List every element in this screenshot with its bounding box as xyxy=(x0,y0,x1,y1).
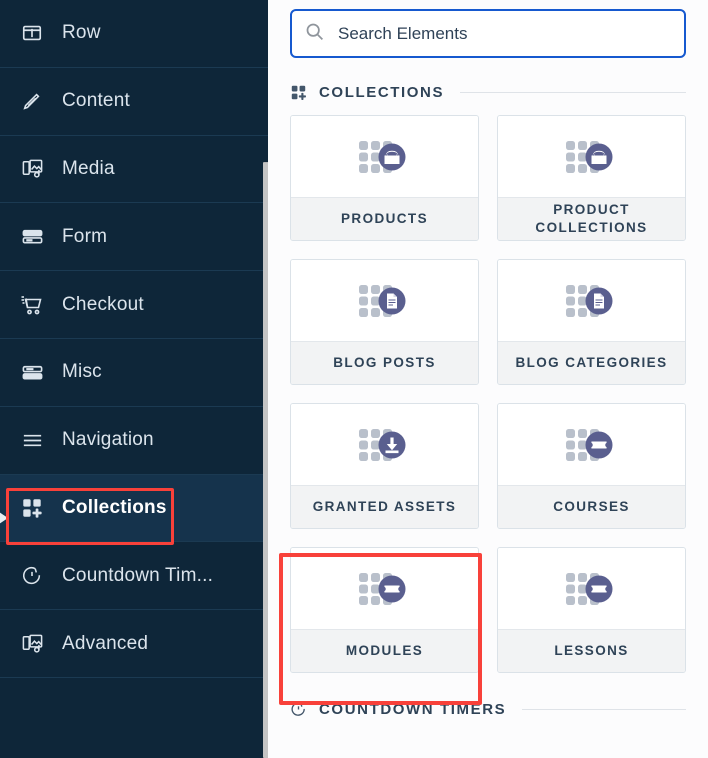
element-card-blog-categories[interactable]: BLOG CATEGORIES xyxy=(497,259,686,385)
section-title: COUNTDOWN TIMERS xyxy=(319,701,507,718)
section-title: COLLECTIONS xyxy=(319,84,445,101)
sidebar-item-label: Countdown Tim... xyxy=(62,564,214,586)
sidebar: Row Content Media Form Checkout Misc Nav… xyxy=(0,0,268,758)
sidebar-item-label: Checkout xyxy=(62,293,144,315)
media-icon xyxy=(18,630,46,658)
shopping-bag-icon xyxy=(358,140,405,173)
sidebar-item-label: Form xyxy=(62,225,108,247)
sidebar-item-label: Row xyxy=(62,22,101,44)
collections-card-grid: PRODUCTS PRODUCT COLLECTIONS BLOG POSTS … xyxy=(290,115,686,673)
search-bar[interactable] xyxy=(290,9,686,58)
ticket-icon xyxy=(565,572,612,605)
sidebar-item-collections[interactable]: Collections xyxy=(0,474,268,543)
collections-icon xyxy=(18,494,46,522)
card-label: MODULES xyxy=(291,629,478,672)
misc-icon xyxy=(18,358,46,386)
cart-icon xyxy=(18,291,46,319)
sidebar-item-countdown-timers[interactable]: Countdown Tim... xyxy=(0,542,268,611)
section-divider xyxy=(522,709,686,710)
ticket-icon xyxy=(565,428,612,461)
shopping-bag-icon xyxy=(565,140,612,173)
document-icon xyxy=(358,284,405,317)
card-artwork xyxy=(498,260,685,341)
card-label: PRODUCT COLLECTIONS xyxy=(498,197,685,240)
clock-icon xyxy=(18,562,46,590)
row-icon xyxy=(18,19,46,47)
search-icon xyxy=(304,21,325,47)
element-card-product-collections[interactable]: PRODUCT COLLECTIONS xyxy=(497,115,686,241)
card-label: PRODUCTS xyxy=(291,197,478,240)
element-card-products[interactable]: PRODUCTS xyxy=(290,115,479,241)
sidebar-item-form[interactable]: Form xyxy=(0,203,268,272)
card-label: GRANTED ASSETS xyxy=(291,485,478,528)
section-header-countdown-timers: COUNTDOWN TIMERS xyxy=(290,701,686,718)
element-card-modules[interactable]: MODULES xyxy=(290,547,479,673)
sidebar-item-label: Misc xyxy=(62,361,102,383)
clock-icon xyxy=(290,701,307,718)
sidebar-item-label: Media xyxy=(62,157,115,179)
card-label: BLOG POSTS xyxy=(291,341,478,384)
element-card-lessons[interactable]: LESSONS xyxy=(497,547,686,673)
hamburger-icon xyxy=(18,426,46,454)
search-input[interactable] xyxy=(338,23,672,44)
element-card-granted-assets[interactable]: GRANTED ASSETS xyxy=(290,403,479,529)
sidebar-item-label: Advanced xyxy=(62,632,149,654)
sidebar-item-checkout[interactable]: Checkout xyxy=(0,271,268,339)
form-icon xyxy=(18,223,46,251)
card-label: COURSES xyxy=(498,485,685,528)
section-header-collections: COLLECTIONS xyxy=(290,84,686,101)
sidebar-item-content[interactable]: Content xyxy=(0,68,268,136)
download-icon xyxy=(358,428,405,461)
card-artwork xyxy=(291,548,478,629)
section-divider xyxy=(460,92,686,93)
card-label: LESSONS xyxy=(498,629,685,672)
element-card-courses[interactable]: COURSES xyxy=(497,403,686,529)
card-artwork xyxy=(498,116,685,197)
element-picker-screen: Row Content Media Form Checkout Misc Nav… xyxy=(0,0,708,758)
sidebar-item-navigation[interactable]: Navigation xyxy=(0,407,268,475)
pencil-icon xyxy=(18,87,46,115)
elements-panel: COLLECTIONS xyxy=(268,0,708,758)
sidebar-item-media[interactable]: Media xyxy=(0,136,268,204)
sidebar-item-label: Collections xyxy=(62,496,167,518)
card-artwork xyxy=(498,404,685,485)
sidebar-item-advanced[interactable]: Advanced xyxy=(0,610,268,678)
card-artwork xyxy=(291,260,478,341)
card-artwork xyxy=(291,116,478,197)
sidebar-item-label: Navigation xyxy=(62,429,154,451)
card-label: BLOG CATEGORIES xyxy=(498,341,685,384)
element-card-blog-posts[interactable]: BLOG POSTS xyxy=(290,259,479,385)
media-icon xyxy=(18,155,46,183)
card-artwork xyxy=(498,548,685,629)
card-artwork xyxy=(291,404,478,485)
sidebar-item-misc[interactable]: Misc xyxy=(0,339,268,407)
ticket-icon xyxy=(358,572,405,605)
document-icon xyxy=(565,284,612,317)
chevron-right-icon xyxy=(0,510,12,526)
sidebar-item-row[interactable]: Row xyxy=(0,0,268,68)
sidebar-item-label: Content xyxy=(62,90,130,112)
collections-icon xyxy=(290,84,307,101)
